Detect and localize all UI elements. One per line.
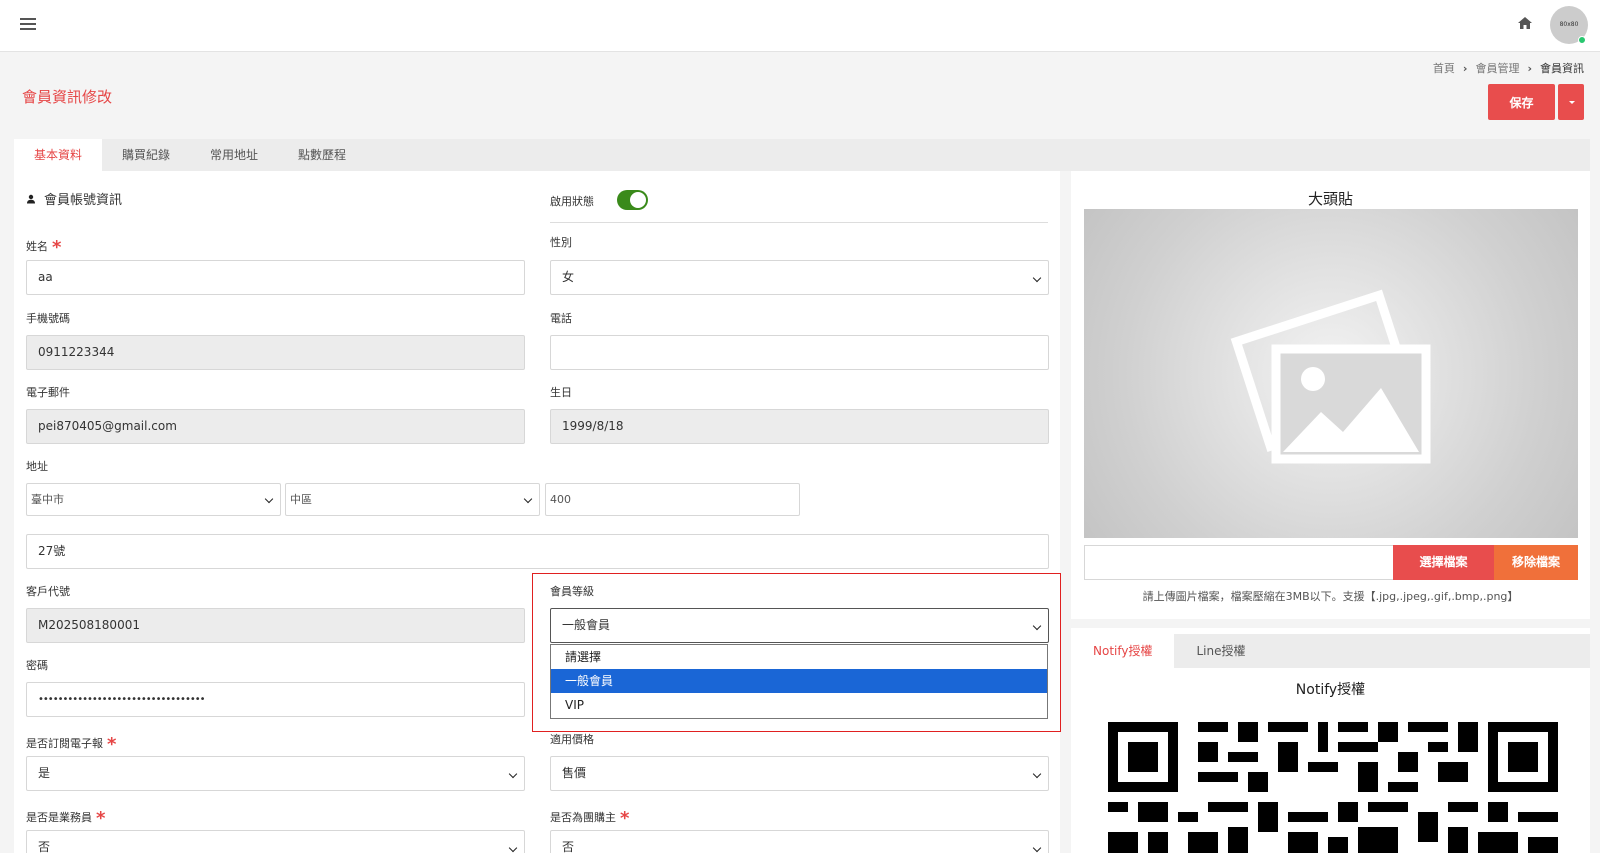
is-sales-select[interactable]: 否: [26, 830, 525, 853]
newsletter-label: 是否訂閱電子報 *: [26, 734, 117, 755]
gender-select[interactable]: 女: [550, 260, 1049, 295]
member-level-dropdown: 請選擇 一般會員 VIP: [550, 644, 1048, 719]
phone-input[interactable]: [550, 335, 1049, 370]
customer-code-label: 客戶代號: [26, 585, 70, 598]
city-select[interactable]: 臺中市: [26, 483, 281, 516]
birthday-input[interactable]: 1999/8/18: [550, 409, 1049, 444]
breadcrumb-member-management[interactable]: 會員管理: [1475, 60, 1519, 76]
breadcrumb: 首頁 › 會員管理 › 會員資訊: [1433, 60, 1584, 76]
newsletter-select[interactable]: 是: [26, 756, 525, 791]
member-level-select[interactable]: 一般會員: [550, 608, 1049, 643]
avatar-panel-title: 大頭貼: [1307, 190, 1353, 208]
tab-basic-info[interactable]: 基本資料: [14, 139, 103, 171]
district-select[interactable]: 中區: [285, 483, 540, 516]
email-input[interactable]: pei870405@gmail.com: [26, 409, 525, 444]
street-input[interactable]: 27號: [26, 534, 1049, 569]
member-level-option[interactable]: VIP: [551, 693, 1047, 717]
save-dropdown-toggle[interactable]: [1558, 84, 1584, 120]
price-type-select[interactable]: 售價: [550, 756, 1049, 791]
email-label: 電子郵件: [26, 386, 70, 399]
save-button[interactable]: 保存: [1488, 84, 1555, 120]
image-placeholder: [1084, 209, 1578, 538]
required-asterisk-icon: *: [52, 237, 62, 258]
mobile-label: 手機號碼: [26, 312, 70, 325]
price-type-label: 適用價格: [550, 733, 594, 746]
file-name-field[interactable]: [1084, 545, 1394, 580]
remove-file-button[interactable]: 移除檔案: [1494, 545, 1578, 580]
member-level-label: 會員等級: [550, 585, 594, 598]
divider: [550, 222, 1048, 223]
breadcrumb-current: 會員資訊: [1540, 62, 1584, 75]
is-group-leader-label: 是否為團購主 *: [550, 808, 630, 829]
qr-code: [1108, 722, 1558, 853]
chevron-right-icon: ›: [1462, 61, 1468, 75]
address-label: 地址: [26, 460, 48, 473]
user-icon: [27, 194, 35, 203]
is-group-leader-select[interactable]: 否: [550, 830, 1049, 853]
customer-code-input[interactable]: M202508180001: [26, 608, 525, 643]
zip-input[interactable]: 400: [545, 483, 800, 516]
status-toggle[interactable]: [617, 190, 648, 210]
account-section-title: 會員帳號資訊: [44, 193, 123, 208]
status-toggle-label: 啟用狀態: [550, 195, 594, 208]
gender-label: 性別: [550, 236, 572, 249]
name-label: 姓名 *: [26, 237, 62, 258]
top-bar: 80x80: [0, 0, 1600, 52]
choose-file-button[interactable]: 選擇檔案: [1393, 545, 1494, 580]
auth-tabs: Notify授權 Line授權: [1071, 634, 1590, 668]
upload-hint: 請上傳圖片檔案，檔案壓縮在3MB以下。支援【.jpg,.jpeg,.gif,.b…: [1142, 590, 1519, 603]
tab-points-history[interactable]: 點數歷程: [278, 139, 366, 171]
tab-purchase-history[interactable]: 購買紀錄: [102, 139, 190, 171]
tab-addresses[interactable]: 常用地址: [190, 139, 278, 171]
online-status-dot: [1578, 36, 1586, 44]
account-section-header: 會員帳號資訊: [26, 189, 122, 208]
main-tabs: 基本資料 購買紀錄 常用地址 點數歷程: [14, 139, 1590, 171]
mobile-input[interactable]: 0911223344: [26, 335, 525, 370]
home-icon[interactable]: [1517, 15, 1533, 31]
is-sales-label: 是否是業務員 *: [26, 808, 106, 829]
image-placeholder-icon: [1230, 289, 1431, 464]
tab-line-auth[interactable]: Line授權: [1174, 634, 1267, 668]
phone-label: 電話: [550, 312, 572, 325]
notify-auth-title: Notify授權: [1295, 682, 1366, 698]
password-input[interactable]: ••••••••••••••••••••••••••••••••••: [26, 682, 525, 717]
tab-notify-auth[interactable]: Notify授權: [1071, 634, 1175, 668]
birthday-label: 生日: [550, 386, 572, 399]
required-asterisk-icon: *: [96, 808, 106, 829]
password-label: 密碼: [26, 659, 48, 672]
member-level-option-selected[interactable]: 一般會員: [551, 669, 1047, 693]
page-title: 會員資訊修改: [22, 88, 113, 106]
required-asterisk-icon: *: [620, 808, 630, 829]
breadcrumb-home[interactable]: 首頁: [1433, 60, 1455, 76]
hamburger-icon[interactable]: [20, 18, 36, 30]
required-asterisk-icon: *: [107, 734, 117, 755]
chevron-right-icon: ›: [1527, 61, 1532, 75]
member-level-option[interactable]: 請選擇: [551, 645, 1047, 669]
name-input[interactable]: aa: [26, 260, 525, 295]
